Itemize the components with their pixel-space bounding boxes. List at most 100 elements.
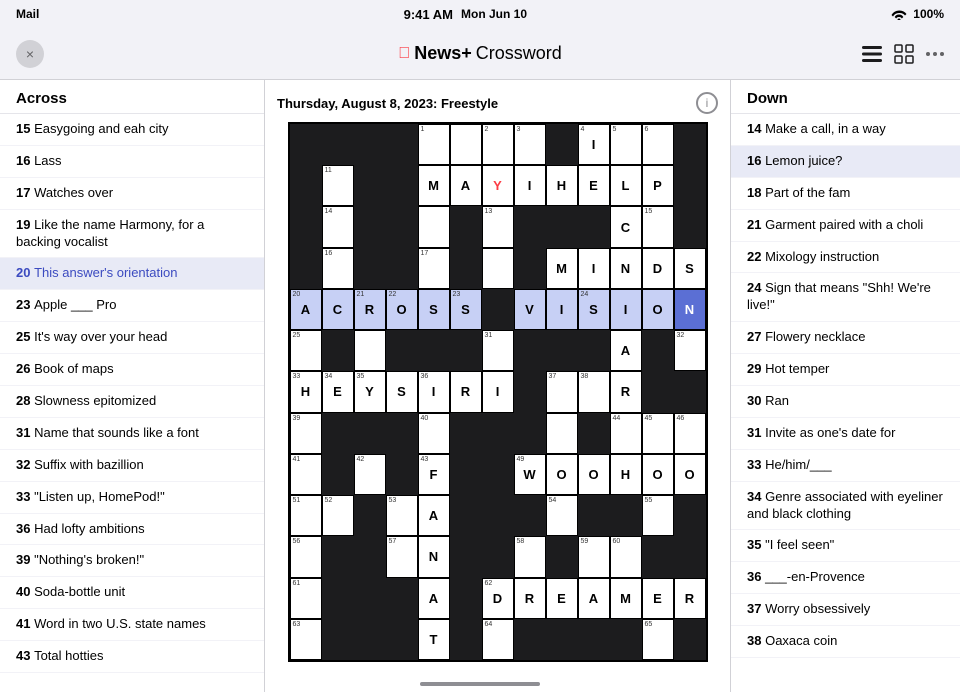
list-view-button[interactable] [862, 39, 882, 69]
cell-r3-c8[interactable]: M [546, 248, 578, 289]
cell-r9-c4[interactable]: A [418, 495, 450, 536]
cell-r2-c4[interactable] [418, 206, 450, 247]
cell-r5-c2[interactable] [354, 330, 386, 371]
clue-down-30[interactable]: 30 Ran [731, 386, 960, 418]
clue-across-31[interactable]: 31 Name that sounds like a font [0, 418, 264, 450]
clue-down-27[interactable]: 27 Flowery necklace [731, 322, 960, 354]
cell-r4-c0[interactable]: 20A [290, 289, 322, 330]
cell-r9-c8[interactable]: 54 [546, 495, 578, 536]
cell-r6-c6[interactable]: I [482, 371, 514, 412]
cell-r8-c9[interactable]: O [578, 454, 610, 495]
cell-r11-c11[interactable]: E [642, 578, 674, 619]
clue-across-33[interactable]: 33 "Listen up, HomePod!" [0, 482, 264, 514]
cell-r1-c8[interactable]: H [546, 165, 578, 206]
clue-across-43[interactable]: 43 Total hotties [0, 641, 264, 673]
cell-r1-c1[interactable]: 11 [322, 165, 354, 206]
cell-r6-c5[interactable]: R [450, 371, 482, 412]
cell-r0-c5[interactable] [450, 124, 482, 165]
cell-r4-c12[interactable]: N [674, 289, 706, 330]
info-button[interactable]: i [696, 92, 718, 114]
cell-r10-c7[interactable]: 58 [514, 536, 546, 577]
cell-r12-c11[interactable]: 65 [642, 619, 674, 660]
cell-r12-c6[interactable]: 64 [482, 619, 514, 660]
cell-r8-c0[interactable]: 41 [290, 454, 322, 495]
cell-r8-c7[interactable]: 49W [514, 454, 546, 495]
clue-across-23[interactable]: 23 Apple ___ Pro [0, 290, 264, 322]
clue-across-32[interactable]: 32 Suffix with bazillion [0, 450, 264, 482]
clue-down-14[interactable]: 14 Make a call, in a way [731, 114, 960, 146]
cell-r5-c0[interactable]: 25 [290, 330, 322, 371]
cell-r12-c4[interactable]: T [418, 619, 450, 660]
clue-across-19[interactable]: 19 Like the name Harmony, for a backing … [0, 210, 264, 259]
clue-across-39[interactable]: 39 "Nothing's broken!" [0, 545, 264, 577]
cell-r4-c1[interactable]: C [322, 289, 354, 330]
cell-r4-c11[interactable]: O [642, 289, 674, 330]
clue-across-40[interactable]: 40 Soda-bottle unit [0, 577, 264, 609]
cell-r4-c10[interactable]: I [610, 289, 642, 330]
cell-r4-c7[interactable]: V [514, 289, 546, 330]
cell-r2-c11[interactable]: 15 [642, 206, 674, 247]
cell-r0-c7[interactable]: 3 [514, 124, 546, 165]
clue-across-28[interactable]: 28 Slowness epitomized [0, 386, 264, 418]
cell-r8-c2[interactable]: 42 [354, 454, 386, 495]
cell-r4-c4[interactable]: S [418, 289, 450, 330]
cell-r8-c4[interactable]: 43F [418, 454, 450, 495]
cell-r7-c11[interactable]: 45 [642, 413, 674, 454]
cell-r10-c3[interactable]: 57 [386, 536, 418, 577]
cell-r6-c2[interactable]: 35Y [354, 371, 386, 412]
cell-r1-c5[interactable]: A [450, 165, 482, 206]
close-button[interactable]: × [16, 40, 44, 68]
clue-down-34[interactable]: 34 Genre associated with eyeliner and bl… [731, 482, 960, 531]
cell-r11-c8[interactable]: E [546, 578, 578, 619]
cell-r6-c1[interactable]: 34E [322, 371, 354, 412]
cell-r11-c12[interactable]: R [674, 578, 706, 619]
cell-r6-c0[interactable]: 33H [290, 371, 322, 412]
clue-down-38[interactable]: 38 Oaxaca coin [731, 626, 960, 658]
more-options-button[interactable] [926, 39, 944, 69]
cell-r11-c7[interactable]: R [514, 578, 546, 619]
cell-r2-c1[interactable]: 14 [322, 206, 354, 247]
cell-r11-c0[interactable]: 61 [290, 578, 322, 619]
clue-down-31[interactable]: 31 Invite as one's date for [731, 418, 960, 450]
cell-r7-c8[interactable] [546, 413, 578, 454]
crossword-grid[interactable]: 1234I5611MAYIHELP1413C151617MINDS20AC21R… [288, 122, 708, 662]
clue-down-29[interactable]: 29 Hot temper [731, 354, 960, 386]
cell-r2-c10[interactable]: C [610, 206, 642, 247]
cell-r4-c9[interactable]: 24S [578, 289, 610, 330]
clue-across-20[interactable]: 20 This answer's orientation [0, 258, 264, 290]
cell-r1-c7[interactable]: I [514, 165, 546, 206]
cell-r8-c10[interactable]: H [610, 454, 642, 495]
cell-r7-c4[interactable]: 40 [418, 413, 450, 454]
cell-r4-c8[interactable]: I [546, 289, 578, 330]
cell-r3-c4[interactable]: 17 [418, 248, 450, 289]
cell-r8-c8[interactable]: O [546, 454, 578, 495]
grid-view-button[interactable] [894, 39, 914, 69]
cell-r9-c1[interactable]: 52 [322, 495, 354, 536]
cell-r0-c11[interactable]: 6 [642, 124, 674, 165]
cell-r5-c6[interactable]: 31 [482, 330, 514, 371]
clue-down-33[interactable]: 33 He/him/___ [731, 450, 960, 482]
clue-down-37[interactable]: 37 Worry obsessively [731, 594, 960, 626]
clue-across-36[interactable]: 36 Had lofty ambitions [0, 514, 264, 546]
clue-across-26[interactable]: 26 Book of maps [0, 354, 264, 386]
cell-r4-c5[interactable]: 23S [450, 289, 482, 330]
cell-r9-c3[interactable]: 53 [386, 495, 418, 536]
clue-across-25[interactable]: 25 It's way over your head [0, 322, 264, 354]
cell-r9-c11[interactable]: 55 [642, 495, 674, 536]
cell-r0-c6[interactable]: 2 [482, 124, 514, 165]
cell-r7-c10[interactable]: 44 [610, 413, 642, 454]
clue-across-16[interactable]: 16 Lass [0, 146, 264, 178]
cell-r10-c10[interactable]: 60 [610, 536, 642, 577]
cell-r3-c1[interactable]: 16 [322, 248, 354, 289]
cell-r1-c9[interactable]: E [578, 165, 610, 206]
cell-r1-c11[interactable]: P [642, 165, 674, 206]
clue-across-41[interactable]: 41 Word in two U.S. state names [0, 609, 264, 641]
cell-r10-c0[interactable]: 56 [290, 536, 322, 577]
cell-r9-c0[interactable]: 51 [290, 495, 322, 536]
cell-r1-c6[interactable]: Y [482, 165, 514, 206]
cell-r5-c12[interactable]: 32 [674, 330, 706, 371]
cell-r0-c4[interactable]: 1 [418, 124, 450, 165]
cell-r3-c12[interactable]: S [674, 248, 706, 289]
cell-r3-c9[interactable]: I [578, 248, 610, 289]
cell-r5-c10[interactable]: A [610, 330, 642, 371]
